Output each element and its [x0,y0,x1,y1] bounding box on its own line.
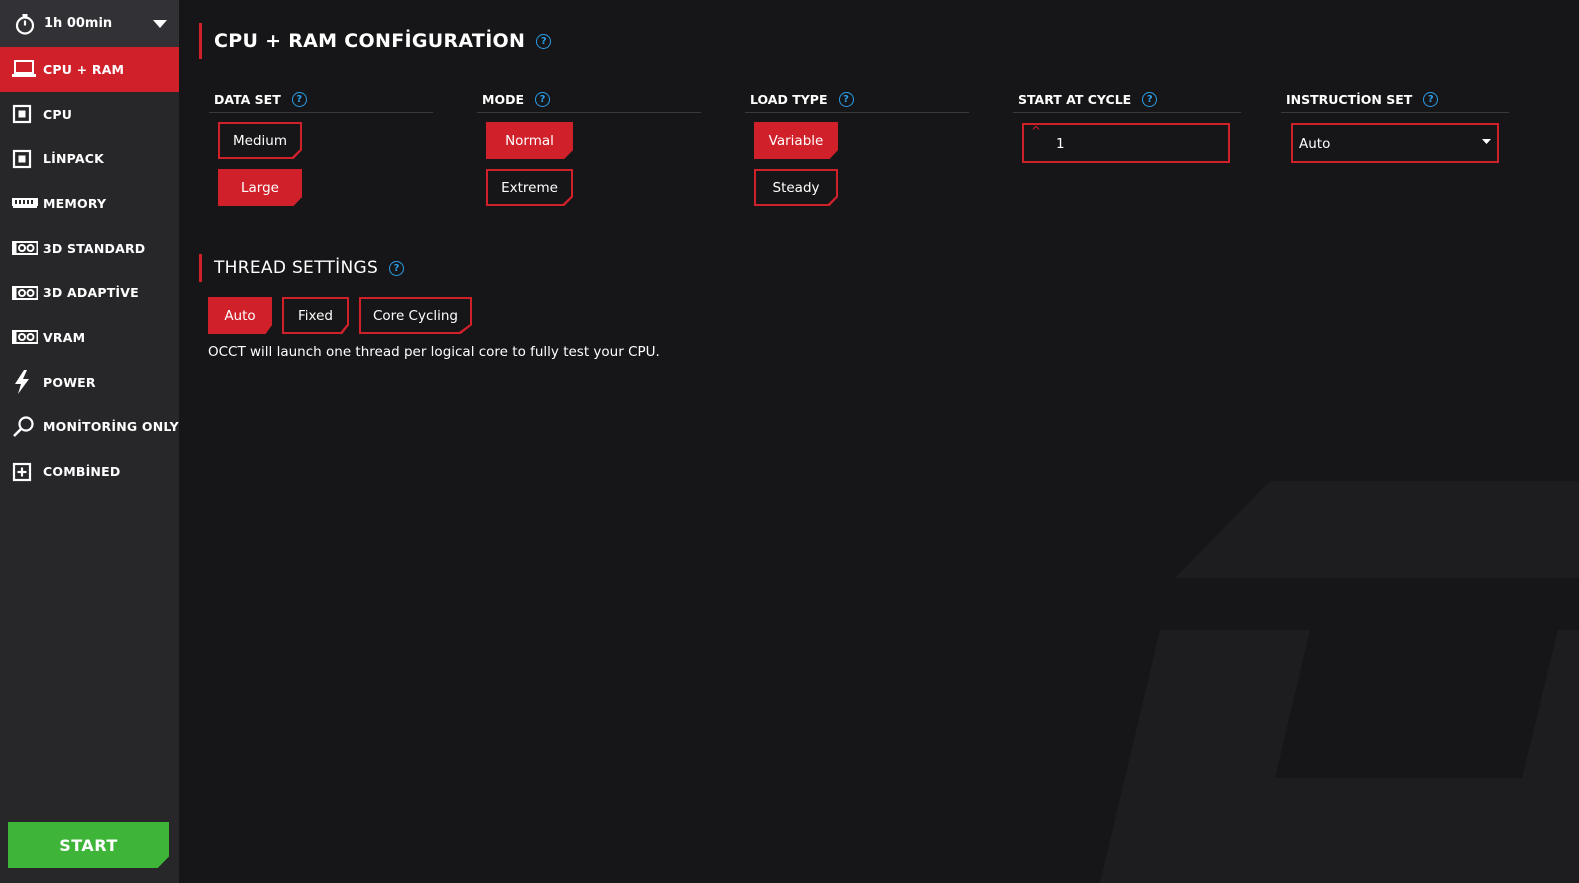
page-title: CPU + RAM CONFİGURATİON [214,30,526,52]
instruction-set-label: INSTRUCTİON SET [1286,91,1413,107]
sidebar: 1h 00min CPU + RAM CPU LİNPACK MEMORY 3D… [0,0,179,883]
mode-header: MODE ? [477,86,701,113]
help-icon[interactable]: ? [1142,91,1158,107]
lightning-icon [15,370,29,395]
load-type-header: LOAD TYPE ? [745,86,969,113]
nav-label: MEMORY [43,195,107,211]
thread-description: OCCT will launch one thread per logical … [208,344,660,360]
plus-box-icon [12,462,32,481]
data-set-label: DATA SET [214,91,281,107]
help-icon[interactable]: ? [838,91,854,107]
nav-label: CPU + RAM [43,61,125,77]
nav-item-3d-standard[interactable]: 3D STANDARD [0,226,179,271]
thread-core-cycling-option[interactable]: Core Cycling [359,297,473,334]
gpu-icon [12,285,38,300]
memory-icon [12,198,38,209]
option-label: Steady [772,179,820,196]
gpu-icon [12,241,38,256]
laptop-icon [12,60,36,78]
section-title: THREAD SETTİNGS [214,258,379,278]
nav-label: COMBİNED [43,464,121,480]
option-label: Variable [768,132,824,149]
stopwatch-icon [15,13,35,35]
chip-icon [12,104,32,124]
nav-label: 3D STANDARD [43,240,146,256]
start-button[interactable]: START [8,822,169,868]
start-at-cycle-value: 1 [1056,136,1065,152]
nav-item-power[interactable]: POWER [0,360,179,405]
nav-item-memory[interactable]: MEMORY [0,181,179,226]
start-at-cycle-column: START AT CYCLE ? [1013,86,1241,113]
data-set-large-option[interactable]: Large [218,169,302,206]
mode-normal-option[interactable]: Normal [486,122,573,159]
load-type-variable-option[interactable]: Variable [754,122,838,159]
data-set-column: DATA SET ? [209,86,433,113]
spin-up-icon[interactable]: ^ [1031,124,1041,138]
instruction-set-header: INSTRUCTİON SET ? [1281,86,1509,113]
background-logo [1100,481,1579,883]
nav-label: CPU [43,106,73,122]
nav-item-vram[interactable]: VRAM [0,315,179,360]
nav-item-3d-adaptive[interactable]: 3D ADAPTİVE [0,270,179,315]
option-label: Core Cycling [373,307,459,324]
instruction-set-select[interactable]: Auto [1291,123,1499,163]
data-set-header: DATA SET ? [209,86,433,113]
nav-label: MONİTORİNG ONLY [43,419,179,435]
chevron-down-icon [153,19,167,28]
nav-item-linpack[interactable]: LİNPACK [0,136,179,181]
duration-selector[interactable]: 1h 00min [0,0,179,47]
option-label: Auto [224,307,256,324]
nav-item-cpu[interactable]: CPU [0,92,179,137]
data-set-medium-option[interactable]: Medium [218,122,302,159]
nav-label: LİNPACK [43,151,105,167]
nav-label: POWER [43,374,96,390]
option-label: Medium [233,132,287,149]
load-type-steady-option[interactable]: Steady [754,169,838,206]
load-type-label: LOAD TYPE [750,91,828,107]
thread-auto-option[interactable]: Auto [208,297,272,334]
mode-label: MODE [482,91,524,107]
help-icon[interactable]: ? [1423,91,1439,107]
help-icon[interactable]: ? [534,91,550,107]
start-at-cycle-label: START AT CYCLE [1018,91,1132,107]
load-type-column: LOAD TYPE ? [745,86,969,113]
mode-extreme-option[interactable]: Extreme [486,169,573,206]
mode-column: MODE ? [477,86,701,113]
instruction-set-column: INSTRUCTİON SET ? [1281,86,1509,113]
magnifier-icon [13,416,34,437]
help-icon[interactable]: ? [291,91,307,107]
thread-settings-title: THREAD SETTİNGS ? [199,254,405,282]
config-title: CPU + RAM CONFİGURATİON ? [199,23,552,59]
gpu-icon [12,330,38,345]
option-label: Normal [505,132,554,149]
help-icon[interactable]: ? [389,260,405,276]
start-at-cycle-input[interactable]: ^ 1 [1022,123,1230,163]
instruction-set-value: Auto [1299,136,1331,152]
duration-label: 1h 00min [44,16,113,31]
option-label: Extreme [501,179,558,196]
chip-icon [12,149,32,168]
nav-label: VRAM [43,329,86,345]
thread-fixed-option[interactable]: Fixed [282,297,349,334]
chevron-down-icon [1482,139,1491,144]
help-icon[interactable]: ? [536,33,552,49]
nav-item-cpu-ram[interactable]: CPU + RAM [0,47,179,92]
option-label: Fixed [298,307,333,324]
nav-item-monitoring-only[interactable]: MONİTORİNG ONLY [0,405,179,450]
nav-label: 3D ADAPTİVE [43,285,139,301]
nav-item-combined[interactable]: COMBİNED [0,449,179,494]
start-at-cycle-header: START AT CYCLE ? [1013,86,1241,113]
option-label: Large [241,179,279,196]
